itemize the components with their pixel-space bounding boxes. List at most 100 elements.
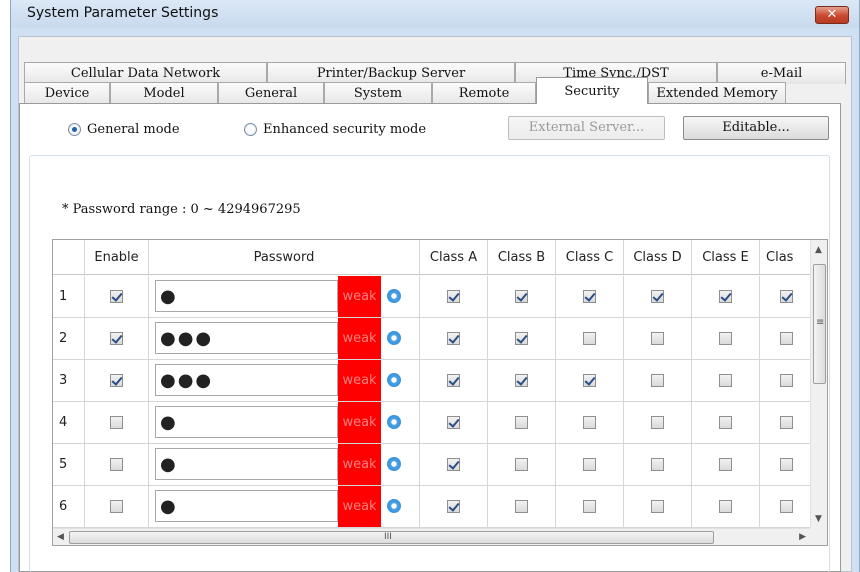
class-checkbox[interactable] — [779, 416, 793, 429]
tab-e-mail[interactable]: e-Mail — [717, 62, 846, 84]
general-mode-option[interactable]: General mode — [68, 122, 180, 137]
horizontal-scroll-thumb[interactable]: III — [69, 531, 714, 544]
class-checkbox[interactable] — [583, 416, 596, 429]
password-field[interactable]: ●●● — [155, 322, 338, 354]
enable-checkbox[interactable] — [110, 374, 123, 387]
class-checkbox[interactable] — [719, 458, 732, 471]
class-checkbox[interactable] — [515, 332, 528, 345]
class-checkbox[interactable] — [719, 500, 732, 513]
scroll-down-icon[interactable]: ▼ — [815, 514, 822, 524]
class-cell — [624, 444, 692, 485]
class-cell — [420, 402, 488, 443]
class-checkbox[interactable] — [779, 458, 793, 471]
class-checkbox[interactable] — [515, 290, 528, 303]
class-checkbox[interactable] — [651, 416, 664, 429]
table-row: 3 ●●● weak — [53, 360, 810, 402]
show-password-icon[interactable] — [387, 457, 401, 471]
class-cell — [556, 486, 624, 527]
row-number: 3 — [53, 360, 85, 401]
class-checkbox[interactable] — [651, 290, 664, 303]
enable-checkbox[interactable] — [110, 332, 123, 345]
password-field[interactable]: ●●● — [155, 364, 338, 396]
vertical-scrollbar[interactable]: ▲ ≡ ▼ — [810, 240, 827, 528]
header-class-d[interactable]: Class D — [624, 240, 692, 274]
tab-system[interactable]: System — [324, 82, 432, 104]
show-password-icon[interactable] — [387, 289, 401, 303]
class-checkbox[interactable] — [447, 374, 460, 387]
horizontal-scrollbar[interactable]: ◀ III ▶ — [53, 528, 810, 545]
tab-cellular-data-network[interactable]: Cellular Data Network — [24, 62, 267, 84]
header-class-f[interactable]: Clas — [760, 240, 812, 274]
password-cell: ● weak — [149, 486, 420, 527]
class-checkbox[interactable] — [583, 500, 596, 513]
enable-checkbox[interactable] — [110, 500, 123, 513]
class-checkbox[interactable] — [719, 290, 732, 303]
tab-general[interactable]: General — [218, 82, 324, 104]
class-checkbox[interactable] — [515, 416, 528, 429]
header-class-b[interactable]: Class B — [488, 240, 556, 274]
show-password-icon[interactable] — [387, 499, 401, 513]
class-checkbox[interactable] — [719, 374, 732, 387]
class-checkbox[interactable] — [447, 332, 460, 345]
class-checkbox[interactable] — [447, 500, 460, 513]
show-password-icon[interactable] — [387, 373, 401, 387]
close-button[interactable]: ✕ — [815, 6, 849, 24]
class-checkbox[interactable] — [719, 332, 732, 345]
scroll-right-icon[interactable]: ▶ — [799, 532, 806, 542]
enable-checkbox[interactable] — [110, 290, 123, 303]
class-checkbox[interactable] — [651, 374, 664, 387]
class-checkbox[interactable] — [447, 290, 460, 303]
class-checkbox[interactable] — [583, 290, 596, 303]
class-checkbox[interactable] — [447, 458, 460, 471]
class-checkbox[interactable] — [779, 332, 793, 345]
class-checkbox[interactable] — [515, 500, 528, 513]
password-field[interactable]: ● — [155, 448, 338, 480]
class-checkbox[interactable] — [583, 374, 596, 387]
class-checkbox[interactable] — [779, 374, 793, 387]
scroll-up-icon[interactable]: ▲ — [815, 245, 822, 255]
password-field[interactable]: ● — [155, 490, 338, 522]
scroll-left-icon[interactable]: ◀ — [57, 532, 64, 542]
enable-cell — [85, 360, 149, 401]
class-checkbox[interactable] — [651, 332, 664, 345]
header-class-e[interactable]: Class E — [692, 240, 760, 274]
class-checkbox[interactable] — [779, 500, 793, 513]
class-checkbox[interactable] — [583, 332, 596, 345]
vertical-scroll-thumb[interactable]: ≡ — [813, 264, 826, 384]
class-checkbox[interactable] — [447, 416, 460, 429]
enable-checkbox[interactable] — [110, 458, 123, 471]
row-number: 4 — [53, 402, 85, 443]
show-password-icon[interactable] — [387, 415, 401, 429]
class-checkbox[interactable] — [583, 458, 596, 471]
tab-printer-backup-server[interactable]: Printer/Backup Server — [267, 62, 515, 84]
editable-button[interactable]: Editable... — [683, 116, 829, 140]
tab-device[interactable]: Device — [24, 82, 110, 104]
class-cell — [556, 402, 624, 443]
show-password-icon[interactable] — [387, 331, 401, 345]
class-checkbox[interactable] — [719, 416, 732, 429]
class-cell — [488, 486, 556, 527]
tab-model[interactable]: Model — [110, 82, 218, 104]
password-strength-badge: weak — [338, 402, 381, 443]
class-checkbox[interactable] — [651, 458, 664, 471]
external-server-button[interactable]: External Server... — [508, 116, 665, 140]
window-title: System Parameter Settings — [27, 5, 219, 21]
header-password[interactable]: Password — [149, 240, 420, 274]
header-class-c[interactable]: Class C — [556, 240, 624, 274]
enhanced-mode-option[interactable]: Enhanced security mode — [244, 122, 426, 137]
tab-security[interactable]: Security — [536, 77, 648, 104]
class-checkbox[interactable] — [515, 458, 528, 471]
enable-checkbox[interactable] — [110, 416, 123, 429]
class-checkbox[interactable] — [515, 374, 528, 387]
tab-remote[interactable]: Remote — [432, 82, 536, 104]
password-field[interactable]: ● — [155, 280, 338, 312]
header-enable[interactable]: Enable — [85, 240, 149, 274]
class-checkbox[interactable] — [779, 290, 793, 303]
header-class-a[interactable]: Class A — [420, 240, 488, 274]
enhanced-mode-radio[interactable] — [244, 123, 257, 136]
tab-extended-memory[interactable]: Extended Memory — [648, 82, 786, 104]
class-checkbox[interactable] — [651, 500, 664, 513]
general-mode-radio[interactable] — [68, 123, 81, 136]
enable-cell — [85, 276, 149, 317]
password-field[interactable]: ● — [155, 406, 338, 438]
